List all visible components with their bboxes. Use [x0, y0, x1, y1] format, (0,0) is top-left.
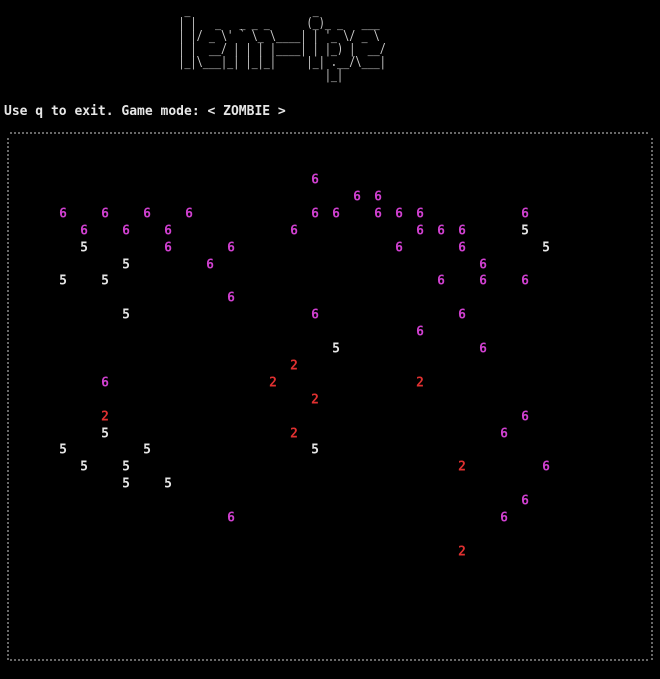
cell-value-6: 6 — [80, 223, 88, 239]
cell-value-6: 6 — [101, 206, 109, 222]
cell-value-6: 6 — [500, 426, 508, 441]
cell-value-6: 6 — [500, 510, 508, 526]
cell-value-6: 6 — [395, 240, 403, 256]
cell-value-5: 5 — [101, 426, 109, 441]
cell-value-2: 2 — [458, 459, 466, 475]
cell-value-6: 6 — [290, 223, 298, 239]
cell-value-6: 6 — [416, 206, 424, 222]
cell-value-5: 5 — [59, 273, 67, 289]
cell-value-6: 6 — [185, 206, 193, 222]
cell-value-6: 6 — [227, 510, 235, 526]
cell-value-6: 6 — [416, 324, 424, 340]
game-board — [7, 132, 653, 661]
cell-value-5: 5 — [80, 240, 88, 256]
cell-value-2: 2 — [290, 358, 298, 374]
cell-value-6: 6 — [59, 206, 67, 222]
cell-value-6: 6 — [122, 223, 130, 239]
cell-value-6: 6 — [521, 206, 529, 222]
cell-value-2: 2 — [311, 392, 319, 408]
cell-value-5: 5 — [122, 257, 130, 272]
cell-value-5: 5 — [311, 442, 319, 458]
cell-value-6: 6 — [164, 223, 172, 239]
cell-value-6: 6 — [416, 223, 424, 239]
cell-value-2: 2 — [458, 544, 466, 560]
cell-value-6: 6 — [542, 459, 550, 475]
cell-value-6: 6 — [227, 290, 235, 306]
cell-value-6: 6 — [521, 493, 529, 509]
cell-value-5: 5 — [143, 442, 151, 458]
cell-value-2: 2 — [269, 375, 277, 391]
cell-value-6: 6 — [374, 189, 382, 205]
cell-value-6: 6 — [143, 206, 151, 222]
cell-value-6: 6 — [479, 257, 487, 272]
cell-value-6: 6 — [164, 240, 172, 256]
cell-value-6: 6 — [521, 273, 529, 289]
cell-value-6: 6 — [458, 240, 466, 256]
cell-value-6: 6 — [101, 375, 109, 391]
cell-value-5: 5 — [80, 459, 88, 475]
cell-value-6: 6 — [437, 223, 445, 239]
cell-value-5: 5 — [59, 442, 67, 458]
cell-value-5: 5 — [542, 240, 550, 256]
cell-value-6: 6 — [479, 273, 487, 289]
cell-value-6: 6 — [227, 240, 235, 256]
cell-value-6: 6 — [437, 273, 445, 289]
cell-value-5: 5 — [122, 459, 130, 475]
cell-value-6: 6 — [311, 172, 319, 188]
cell-value-5: 5 — [164, 476, 172, 492]
cell-value-6: 6 — [395, 206, 403, 222]
cell-value-5: 5 — [101, 273, 109, 289]
cell-value-2: 2 — [101, 409, 109, 425]
cell-value-6: 6 — [353, 189, 361, 205]
cell-value-5: 5 — [122, 307, 130, 323]
cell-value-6: 6 — [206, 257, 214, 272]
cell-value-6: 6 — [458, 223, 466, 239]
cell-value-2: 2 — [416, 375, 424, 391]
cell-value-5: 5 — [332, 341, 340, 357]
cell-value-6: 6 — [521, 409, 529, 425]
cell-value-5: 5 — [521, 223, 529, 239]
cell-value-6: 6 — [332, 206, 340, 222]
cell-value-6: 6 — [311, 307, 319, 323]
cell-value-6: 6 — [311, 206, 319, 222]
cell-value-6: 6 — [458, 307, 466, 323]
cell-value-2: 2 — [290, 426, 298, 441]
cell-value-5: 5 — [122, 476, 130, 492]
cell-value-6: 6 — [374, 206, 382, 222]
cell-value-6: 6 — [479, 341, 487, 357]
